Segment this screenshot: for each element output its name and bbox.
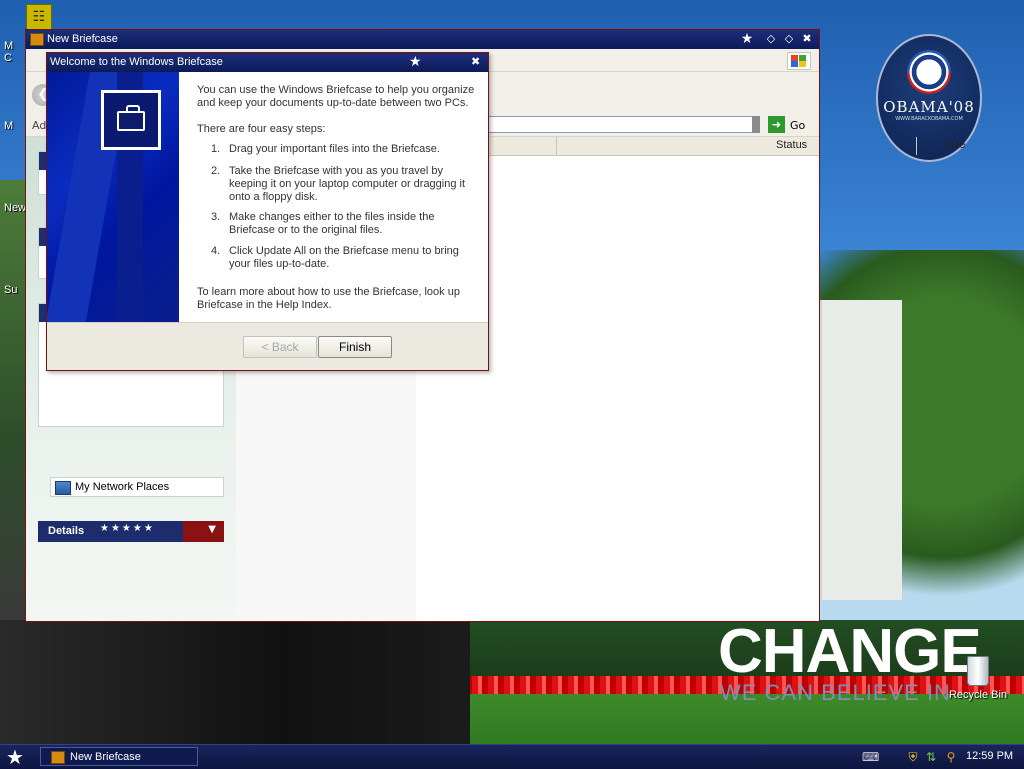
briefcase-welcome-dialog: Welcome to the Windows Briefcase ★ ✖ You…	[46, 52, 489, 371]
campaign-o-icon	[907, 50, 951, 94]
column-status[interactable]: Status	[776, 139, 807, 151]
chevron-down-icon[interactable]: ▼	[208, 524, 216, 535]
wizard-intro: You can use the Windows Briefcase to hel…	[197, 84, 475, 109]
dialog-title: Welcome to the Windows Briefcase	[50, 56, 223, 68]
recycle-bin-icon	[967, 656, 989, 686]
step-text: Click Update All on the Briefcase menu t…	[229, 245, 459, 270]
dialog-close-button[interactable]: ✖	[471, 55, 480, 68]
desktop-clip-label[interactable]: M	[4, 120, 13, 132]
star-icon: ★	[409, 54, 422, 70]
dialog-title-bar[interactable]: Welcome to the Windows Briefcase ★ ✖	[47, 53, 488, 72]
step-text: Drag your important files into the Brief…	[229, 143, 440, 155]
desktop-clip-label[interactable]: M	[4, 40, 13, 52]
campaign-logo-url: WWW.BARACKOBAMA.COM	[895, 116, 963, 122]
security-shield-icon[interactable]: ⛨	[906, 750, 920, 764]
search-icon[interactable]: ⚲	[944, 750, 958, 764]
step-text: Make changes either to the files inside …	[229, 211, 435, 236]
star-icon: ★	[740, 31, 754, 47]
taskbar-item-label: New Briefcase	[70, 751, 141, 763]
briefcase-icon	[30, 33, 44, 46]
step-number: 4.	[211, 245, 221, 257]
start-button[interactable]: ★	[6, 746, 24, 768]
briefcase-icon	[101, 90, 161, 150]
desktop-icon-top[interactable]: ☷	[26, 4, 52, 30]
stars-decoration-icon: ★★★★★	[100, 523, 155, 534]
step-number: 1.	[211, 143, 221, 155]
network-icon[interactable]: ⇅	[924, 750, 938, 764]
details-panel-header[interactable]: Details ★★★★★ ▼	[38, 521, 224, 542]
back-button[interactable]: < Back	[243, 336, 317, 358]
desktop-left-icons: M C M New Su	[0, 40, 26, 340]
wizard-side-banner	[47, 72, 179, 322]
step-text: Take the Briefcase with you as you trave…	[229, 165, 466, 203]
maximize-button[interactable]: ◇	[782, 32, 796, 46]
change-tagline: WE CAN BELIEVE IN	[720, 680, 951, 705]
wizard-steps-heading: There are four easy steps:	[197, 123, 326, 135]
column-size[interactable]: Size	[944, 139, 965, 151]
campaign-logo-text: OBAMA'08	[883, 98, 975, 116]
my-network-places-link[interactable]: My Network Places	[50, 477, 224, 497]
taskbar: ★ New Briefcase ⌨ ⛨ ⇅ ⚲ 12:59 PM	[0, 744, 1024, 769]
go-arrow-icon[interactable]: ➜	[768, 116, 785, 133]
recycle-bin-label: Recycle Bin	[948, 689, 1008, 701]
briefcase-glyph	[117, 105, 145, 131]
desktop-clip-label[interactable]: Su	[4, 284, 17, 296]
address-dropdown-button[interactable]	[752, 116, 760, 133]
taskbar-item-new-briefcase[interactable]: New Briefcase	[40, 747, 198, 766]
wallpaper-white-house	[820, 300, 902, 600]
dialog-divider	[47, 322, 488, 323]
wizard-outro: To learn more about how to use the Brief…	[197, 286, 460, 311]
step-number: 3.	[211, 211, 221, 223]
my-network-places-label: My Network Places	[75, 481, 170, 493]
windows-logo-icon	[787, 52, 811, 70]
keyboard-icon[interactable]: ⌨	[862, 750, 879, 764]
explorer-title: New Briefcase	[47, 33, 118, 45]
network-icon	[55, 481, 71, 495]
column-divider[interactable]	[556, 137, 557, 155]
desktop-shortcut-icon: ☷	[32, 9, 46, 25]
go-button-label[interactable]: Go	[790, 119, 805, 132]
explorer-title-bar[interactable]: New Briefcase ★ ◇ ◇ ✖	[26, 30, 819, 49]
system-tray: ⌨ ⛨ ⇅ ⚲ 12:59 PM	[858, 747, 1024, 767]
recycle-bin[interactable]: Recycle Bin	[940, 656, 1016, 701]
finish-button[interactable]: Finish	[318, 336, 392, 358]
details-label: Details	[48, 525, 85, 537]
wallpaper-person	[0, 620, 470, 744]
step-number: 2.	[211, 165, 221, 177]
clock[interactable]: 12:59 PM	[966, 750, 1013, 762]
campaign-logo: OBAMA'08 WWW.BARACKOBAMA.COM	[876, 34, 982, 162]
column-divider[interactable]	[916, 137, 917, 155]
desktop-clip-label[interactable]: New	[4, 202, 26, 214]
desktop-clip-label[interactable]: C	[4, 52, 12, 64]
close-button[interactable]: ✖	[800, 32, 814, 46]
minimize-button[interactable]: ◇	[764, 32, 778, 46]
briefcase-icon	[51, 751, 65, 764]
